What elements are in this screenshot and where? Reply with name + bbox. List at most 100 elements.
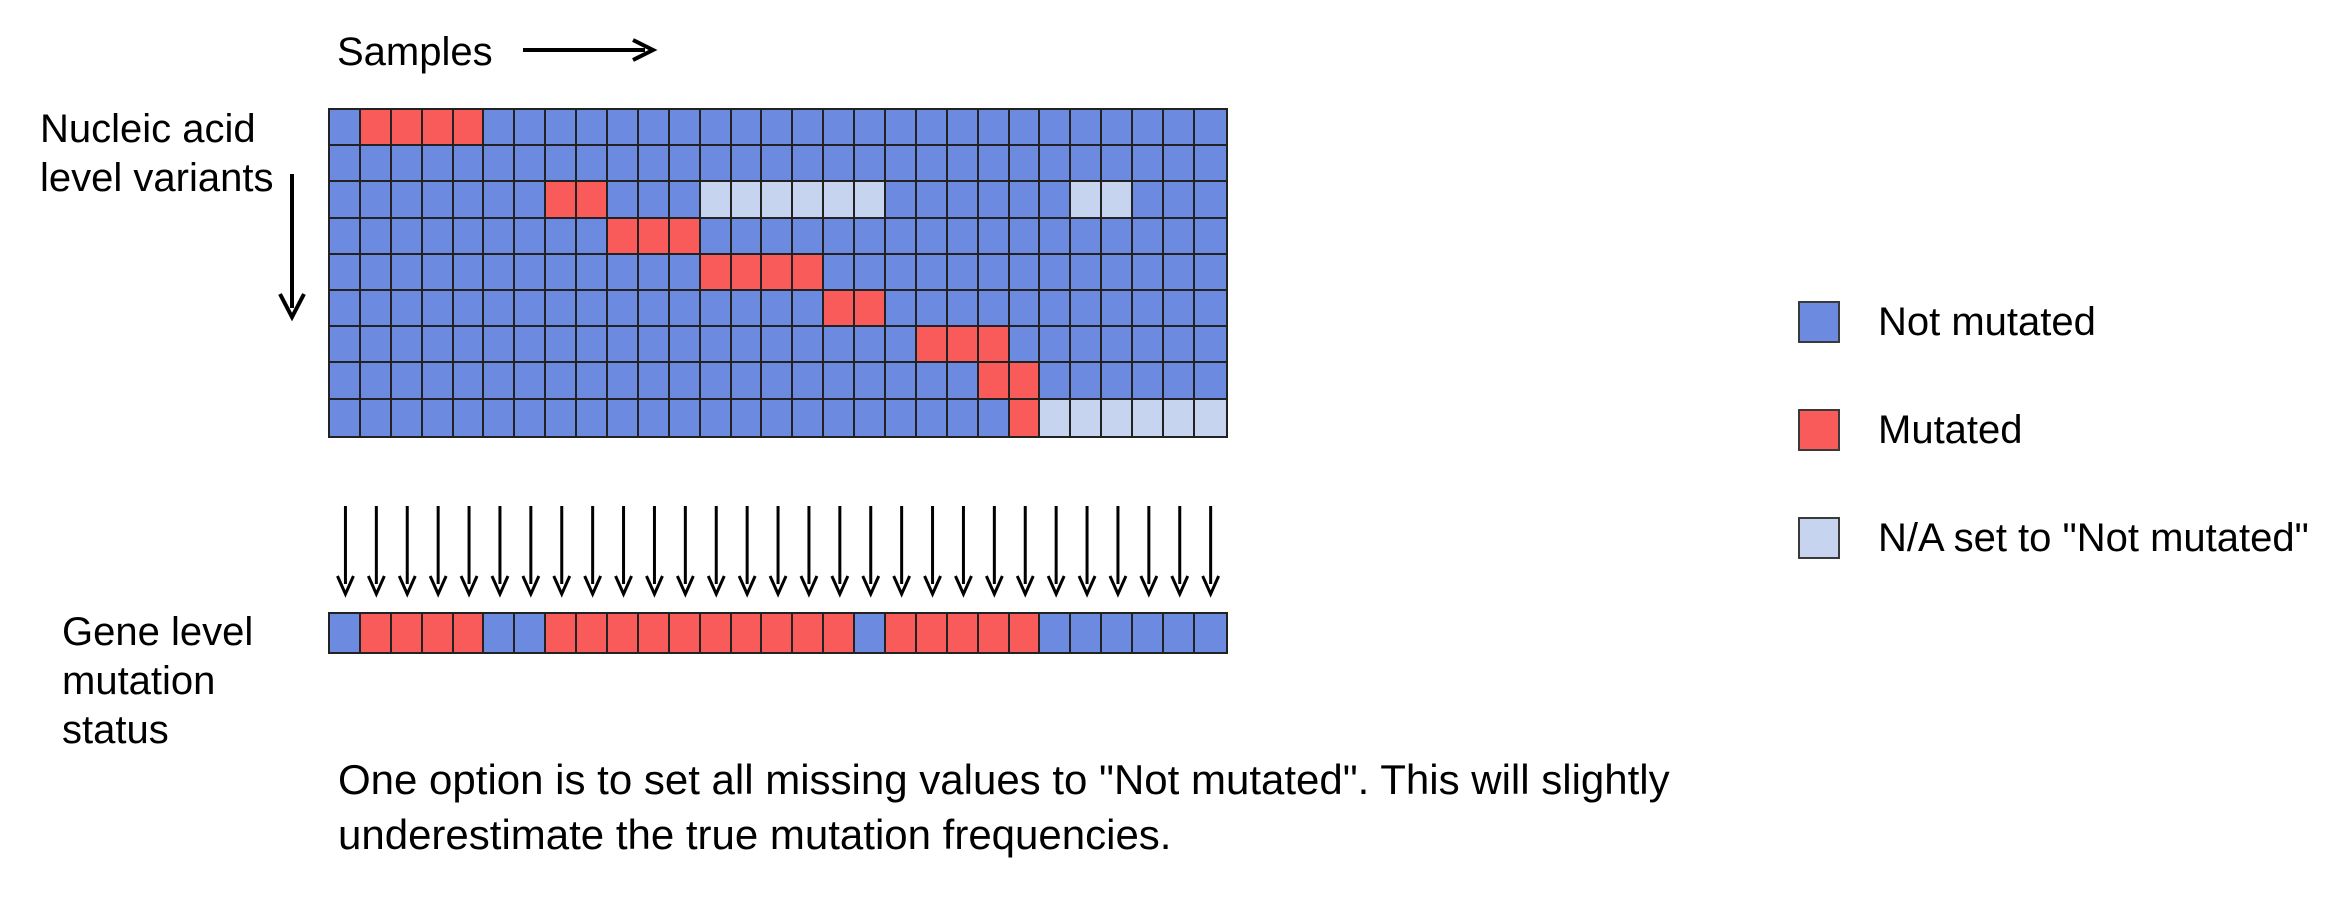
gene-cell-mutated — [391, 614, 423, 652]
column-down-arrow-icon — [397, 506, 417, 598]
matrix-cell-not-mutated — [546, 399, 578, 436]
matrix-cell-not-mutated — [330, 146, 361, 183]
matrix-cell-not-mutated — [515, 399, 547, 436]
matrix-cell-mutated — [824, 290, 856, 328]
matrix-cell-na-not-mutated — [855, 182, 887, 219]
matrix-cell-not-mutated — [916, 290, 948, 328]
matrix-cell-not-mutated — [824, 363, 856, 400]
column-down-arrow-icon — [490, 506, 510, 598]
matrix-cell-not-mutated — [978, 182, 1010, 219]
matrix-cell-na-not-mutated — [700, 182, 732, 219]
matrix-cell-not-mutated — [330, 110, 361, 147]
matrix-cell-not-mutated — [608, 363, 639, 400]
variant-row — [330, 399, 1226, 436]
matrix-cell-not-mutated — [453, 218, 485, 255]
matrix-cell-not-mutated — [577, 110, 609, 147]
matrix-cell-not-mutated — [1009, 110, 1041, 147]
matrix-cell-not-mutated — [608, 399, 639, 436]
matrix-cell-mutated — [978, 363, 1010, 400]
matrix-cell-not-mutated — [330, 399, 361, 436]
matrix-cell-not-mutated — [546, 290, 578, 328]
matrix-cell-not-mutated — [1194, 218, 1226, 255]
matrix-cell-not-mutated — [360, 146, 392, 183]
gene-cell-mutated — [608, 614, 639, 652]
matrix-cell-not-mutated — [1102, 218, 1134, 255]
matrix-cell-not-mutated — [484, 254, 516, 291]
matrix-cell-not-mutated — [1009, 146, 1041, 183]
matrix-cell-not-mutated — [1071, 327, 1103, 364]
matrix-cell-not-mutated — [330, 327, 361, 364]
matrix-cell-not-mutated — [916, 363, 948, 400]
matrix-cell-na-not-mutated — [793, 182, 825, 219]
matrix-cell-not-mutated — [638, 363, 670, 400]
matrix-cell-not-mutated — [360, 182, 392, 219]
matrix-cell-not-mutated — [824, 254, 856, 291]
matrix-cell-not-mutated — [855, 146, 887, 183]
arrow-right-icon — [521, 37, 661, 68]
matrix-cell-na-not-mutated — [1071, 182, 1103, 219]
column-down-arrow-icon — [984, 506, 1004, 598]
legend: Not mutated Mutated N/A set to "Not mutate… — [1798, 268, 2309, 592]
matrix-cell-not-mutated — [978, 218, 1010, 255]
matrix-cell-not-mutated — [1194, 254, 1226, 291]
matrix-cell-not-mutated — [855, 327, 887, 364]
matrix-cell-not-mutated — [422, 254, 454, 291]
matrix-cell-na-not-mutated — [1102, 399, 1134, 436]
matrix-cell-not-mutated — [608, 146, 639, 183]
matrix-cell-not-mutated — [1040, 182, 1072, 219]
matrix-cell-not-mutated — [484, 218, 516, 255]
gene-cell-not-mutated — [515, 614, 547, 652]
matrix-cell-not-mutated — [1040, 110, 1072, 147]
gene-cell-mutated — [916, 614, 948, 652]
legend-swatch-mutated — [1798, 409, 1840, 451]
matrix-cell-mutated — [360, 110, 392, 147]
column-down-arrow-icon — [1139, 506, 1159, 598]
matrix-cell-mutated — [1009, 399, 1041, 436]
figure-canvas: Samples Nucleic acid level variants Gene… — [0, 0, 2347, 900]
matrix-cell-not-mutated — [916, 254, 948, 291]
column-down-arrow-icon — [923, 506, 942, 598]
variant-row — [330, 218, 1226, 255]
matrix-cell-not-mutated — [700, 110, 732, 147]
gene-cell-not-mutated — [1133, 614, 1165, 652]
matrix-cell-not-mutated — [731, 363, 763, 400]
matrix-cell-not-mutated — [1194, 363, 1226, 400]
matrix-cell-not-mutated — [886, 182, 917, 219]
matrix-cell-not-mutated — [638, 254, 670, 291]
gene-cell-mutated — [546, 614, 578, 652]
matrix-cell-not-mutated — [762, 399, 794, 436]
matrix-cell-not-mutated — [731, 290, 763, 328]
column-down-arrow-icon — [1108, 506, 1128, 598]
matrix-cell-not-mutated — [577, 146, 609, 183]
matrix-cell-not-mutated — [1040, 146, 1072, 183]
matrix-cell-not-mutated — [577, 218, 609, 255]
matrix-cell-not-mutated — [793, 290, 825, 328]
matrix-cell-not-mutated — [484, 146, 516, 183]
column-down-arrow-icon — [1077, 506, 1097, 598]
matrix-cell-mutated — [669, 218, 701, 255]
variant-matrix — [328, 108, 1228, 438]
matrix-cell-mutated — [608, 218, 639, 255]
matrix-cell-not-mutated — [453, 182, 485, 219]
gene-level-mutation-status-label: Gene level mutation status — [62, 610, 254, 752]
matrix-cell-not-mutated — [391, 327, 423, 364]
matrix-cell-not-mutated — [1164, 363, 1195, 400]
matrix-cell-not-mutated — [453, 399, 485, 436]
matrix-cell-not-mutated — [916, 399, 948, 436]
gene-cell-not-mutated — [1194, 614, 1226, 652]
column-down-arrow-icon — [954, 506, 973, 598]
gene-cell-not-mutated — [1040, 614, 1072, 652]
matrix-cell-not-mutated — [731, 327, 763, 364]
matrix-cell-not-mutated — [484, 290, 516, 328]
matrix-cell-mutated — [916, 327, 948, 364]
matrix-cell-mutated — [391, 110, 423, 147]
matrix-cell-not-mutated — [1194, 290, 1226, 328]
matrix-cell-not-mutated — [360, 363, 392, 400]
variant-row — [330, 363, 1226, 400]
matrix-cell-not-mutated — [360, 218, 392, 255]
matrix-cell-not-mutated — [422, 363, 454, 400]
matrix-cell-not-mutated — [1102, 254, 1134, 291]
gene-cell-mutated — [638, 614, 670, 652]
matrix-cell-not-mutated — [638, 110, 670, 147]
matrix-cell-not-mutated — [855, 363, 887, 400]
